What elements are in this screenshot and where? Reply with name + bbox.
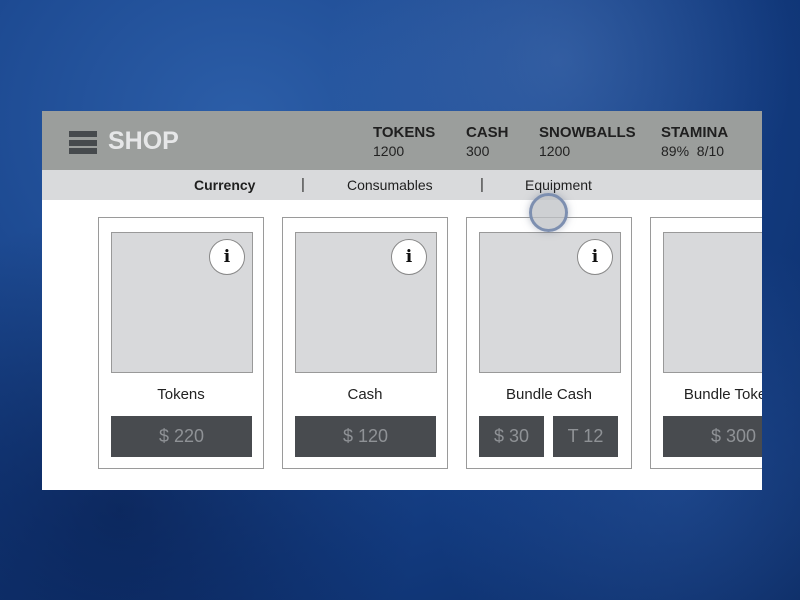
stat-label: CASH	[466, 124, 509, 141]
buy-cash-button[interactable]: $ 30	[479, 416, 544, 457]
stat-tokens: TOKENS 1200	[373, 124, 435, 159]
page-title: SHOP	[108, 127, 179, 155]
stat-label: STAMINA	[661, 124, 729, 141]
shop-header: SHOP TOKENS 1200 CASH 300 SNOWBALLS 1200 ST…	[42, 111, 762, 170]
info-icon[interactable]: i	[209, 239, 245, 275]
hamburger-menu-icon[interactable]	[69, 131, 97, 154]
info-icon[interactable]: i	[391, 239, 427, 275]
shop-card-cash[interactable]: i Cash $ 120	[282, 217, 448, 469]
stat-value: 300	[466, 143, 490, 159]
item-image: i	[479, 232, 621, 373]
tab-equipment[interactable]: Equipment	[525, 177, 592, 193]
tab-separator: |	[480, 176, 484, 193]
shop-card-bundle-tokens[interactable]: Bundle Tokens $ 300	[650, 217, 762, 469]
item-name: Tokens	[157, 386, 205, 403]
stat-value: 1200	[539, 143, 571, 159]
stat-label: SNOWBALLS	[539, 124, 636, 141]
category-tabs: Currency | Consumables | Equipment	[42, 170, 762, 200]
shop-panel: SHOP TOKENS 1200 CASH 300 SNOWBALLS 1200 ST…	[42, 111, 762, 490]
buy-tokens-button[interactable]: T 12	[553, 416, 618, 457]
stat-label: TOKENS	[373, 124, 436, 141]
shop-card-tokens[interactable]: i Tokens $ 220	[98, 217, 264, 469]
tab-consumables[interactable]: Consumables	[347, 177, 433, 193]
item-image: i	[111, 232, 253, 373]
item-name: Bundle Cash	[506, 386, 592, 403]
tab-separator: |	[301, 176, 305, 193]
stat-value: 89% 8/10	[661, 143, 725, 159]
stat-stamina: STAMINA 89% 8/10	[661, 124, 728, 159]
item-name: Cash	[347, 386, 383, 403]
stat-snowballs: SNOWBALLS 1200	[539, 124, 636, 159]
item-image	[663, 232, 762, 373]
item-name: Bundle Tokens	[683, 386, 762, 403]
buy-button[interactable]: $ 220	[111, 416, 252, 457]
tab-currency[interactable]: Currency	[194, 177, 255, 193]
stat-cash: CASH 300	[466, 124, 509, 159]
info-icon[interactable]: i	[577, 239, 613, 275]
touch-cursor-indicator	[529, 193, 568, 232]
buy-button[interactable]: $ 300	[663, 416, 762, 457]
buy-button[interactable]: $ 120	[295, 416, 436, 457]
stat-value: 1200	[373, 143, 405, 159]
item-image: i	[295, 232, 437, 373]
shop-card-bundle-cash[interactable]: i Bundle Cash $ 30 T 12	[466, 217, 632, 469]
